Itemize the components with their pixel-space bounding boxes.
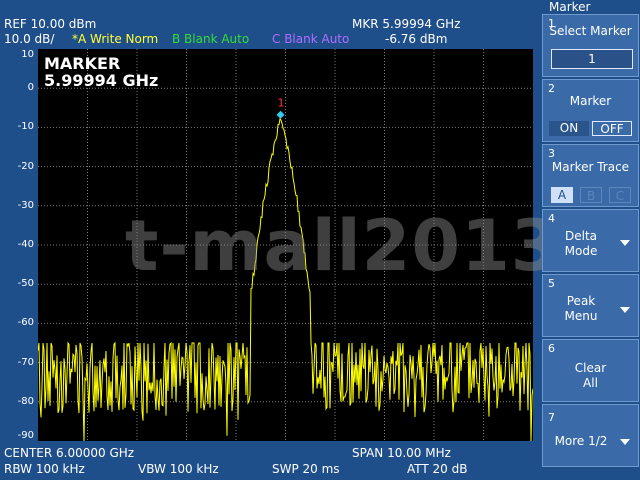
y-axis-tick-label: -70 [17, 356, 34, 368]
sweep-time: SWP 20 ms [272, 462, 340, 476]
y-axis-tick-label: -10 [17, 121, 34, 133]
y-axis-tick-label: -90 [17, 430, 34, 441]
softkey-number: 7 [548, 411, 555, 424]
softkey-label-line1: Delta [564, 229, 597, 243]
softkey-label-line1: Peak [566, 294, 596, 308]
marker-on-option[interactable]: ON [549, 121, 589, 136]
marker-number-label: 1 [278, 97, 285, 110]
softkey-number: 5 [548, 277, 555, 290]
scale-div: 10.0 dB/ [4, 32, 55, 46]
marker-level-readout: -6.76 dBm [385, 32, 448, 46]
marker-frequency-readout: MKR 5.99994 GHz [352, 17, 461, 31]
watermark-text: t-mall2013 [125, 205, 561, 287]
softkey-number: 4 [548, 212, 555, 225]
softkey-label: Marker [569, 94, 612, 108]
softkey-label-line2: All [583, 376, 598, 390]
softkey-label-line2: Mode [564, 244, 598, 258]
span: SPAN 10.00 MHz [352, 446, 451, 460]
delta-mode-softkey[interactable]: 4 Delta Mode [542, 209, 639, 272]
trace-b-status: B Blank Auto [172, 32, 250, 46]
trace-a-status: *A Write Norm [72, 32, 159, 46]
softkey-label-line1: Clear [574, 361, 607, 375]
marker-trace-softkey[interactable]: 3 Marker Trace A B C [542, 144, 639, 207]
marker-off-option[interactable]: OFF [592, 121, 632, 136]
y-axis-tick-label: -20 [17, 160, 34, 172]
select-marker-value[interactable]: 1 [551, 49, 633, 69]
attenuation: ATT 20 dB [407, 462, 468, 476]
peak-menu-softkey[interactable]: 5 Peak Menu [542, 274, 639, 337]
vbw: VBW 100 kHz [138, 462, 219, 476]
y-axis-tick-label: -30 [17, 199, 34, 211]
chevron-down-icon [620, 439, 630, 445]
center-frequency: CENTER 6.00000 GHz [4, 446, 135, 460]
y-axis-tick-label: -50 [17, 278, 34, 290]
more-softkey[interactable]: 7 More 1/2 [542, 404, 639, 467]
softkey-number: 3 [548, 147, 555, 160]
marker-trace-b-option[interactable]: B [580, 187, 602, 203]
marker-title: MARKER [44, 54, 121, 73]
y-axis-tick-label: -60 [17, 317, 34, 329]
menu-title: Marker [549, 0, 591, 14]
ref-level: REF 10.00 dBm [4, 17, 97, 31]
y-axis-tick-label: -40 [17, 239, 34, 250]
clear-all-softkey[interactable]: 6 Clear All [542, 339, 639, 402]
select-marker-softkey[interactable]: 1 Select Marker 1 [542, 14, 639, 77]
softkey-label: Select Marker [549, 24, 632, 38]
chevron-down-icon [620, 307, 630, 313]
y-axis-tick-label: 10 [21, 49, 34, 60]
y-axis-tick-label: -80 [17, 395, 34, 407]
marker-onoff-softkey[interactable]: 2 Marker ON OFF [542, 79, 639, 142]
rbw: RBW 100 kHz [4, 462, 85, 476]
softkey-label: More 1/2 [554, 434, 608, 448]
marker-diamond-icon [276, 110, 285, 119]
softkey-number: 6 [548, 342, 555, 355]
y-axis-tick-label: 0 [27, 82, 34, 94]
softkey-label: Marker Trace [551, 160, 630, 174]
chevron-down-icon [620, 240, 630, 246]
trace-c-status: C Blank Auto [272, 32, 350, 46]
softkey-panel: Marker 1 Select Marker 1 2 Marker ON OFF… [541, 0, 640, 480]
marker-trace-c-option[interactable]: C [609, 187, 631, 203]
marker-frequency: 5.99994 GHz [44, 71, 159, 90]
marker-trace-a-option[interactable]: A [551, 187, 573, 203]
softkey-label-line2: Menu [564, 309, 598, 323]
